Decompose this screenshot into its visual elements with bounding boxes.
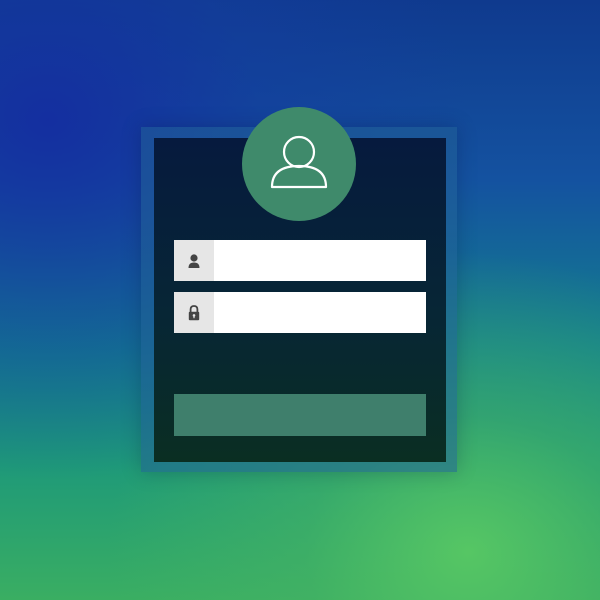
password-field[interactable] [174, 292, 426, 333]
username-field[interactable] [174, 240, 426, 281]
user-avatar-icon [270, 135, 328, 189]
user-icon [188, 254, 200, 268]
username-icon-box [174, 240, 214, 281]
username-input[interactable] [214, 240, 426, 281]
password-icon-box [174, 292, 214, 333]
password-input[interactable] [214, 292, 426, 333]
avatar [242, 107, 356, 221]
lock-icon [188, 305, 200, 321]
login-button[interactable] [174, 394, 426, 436]
